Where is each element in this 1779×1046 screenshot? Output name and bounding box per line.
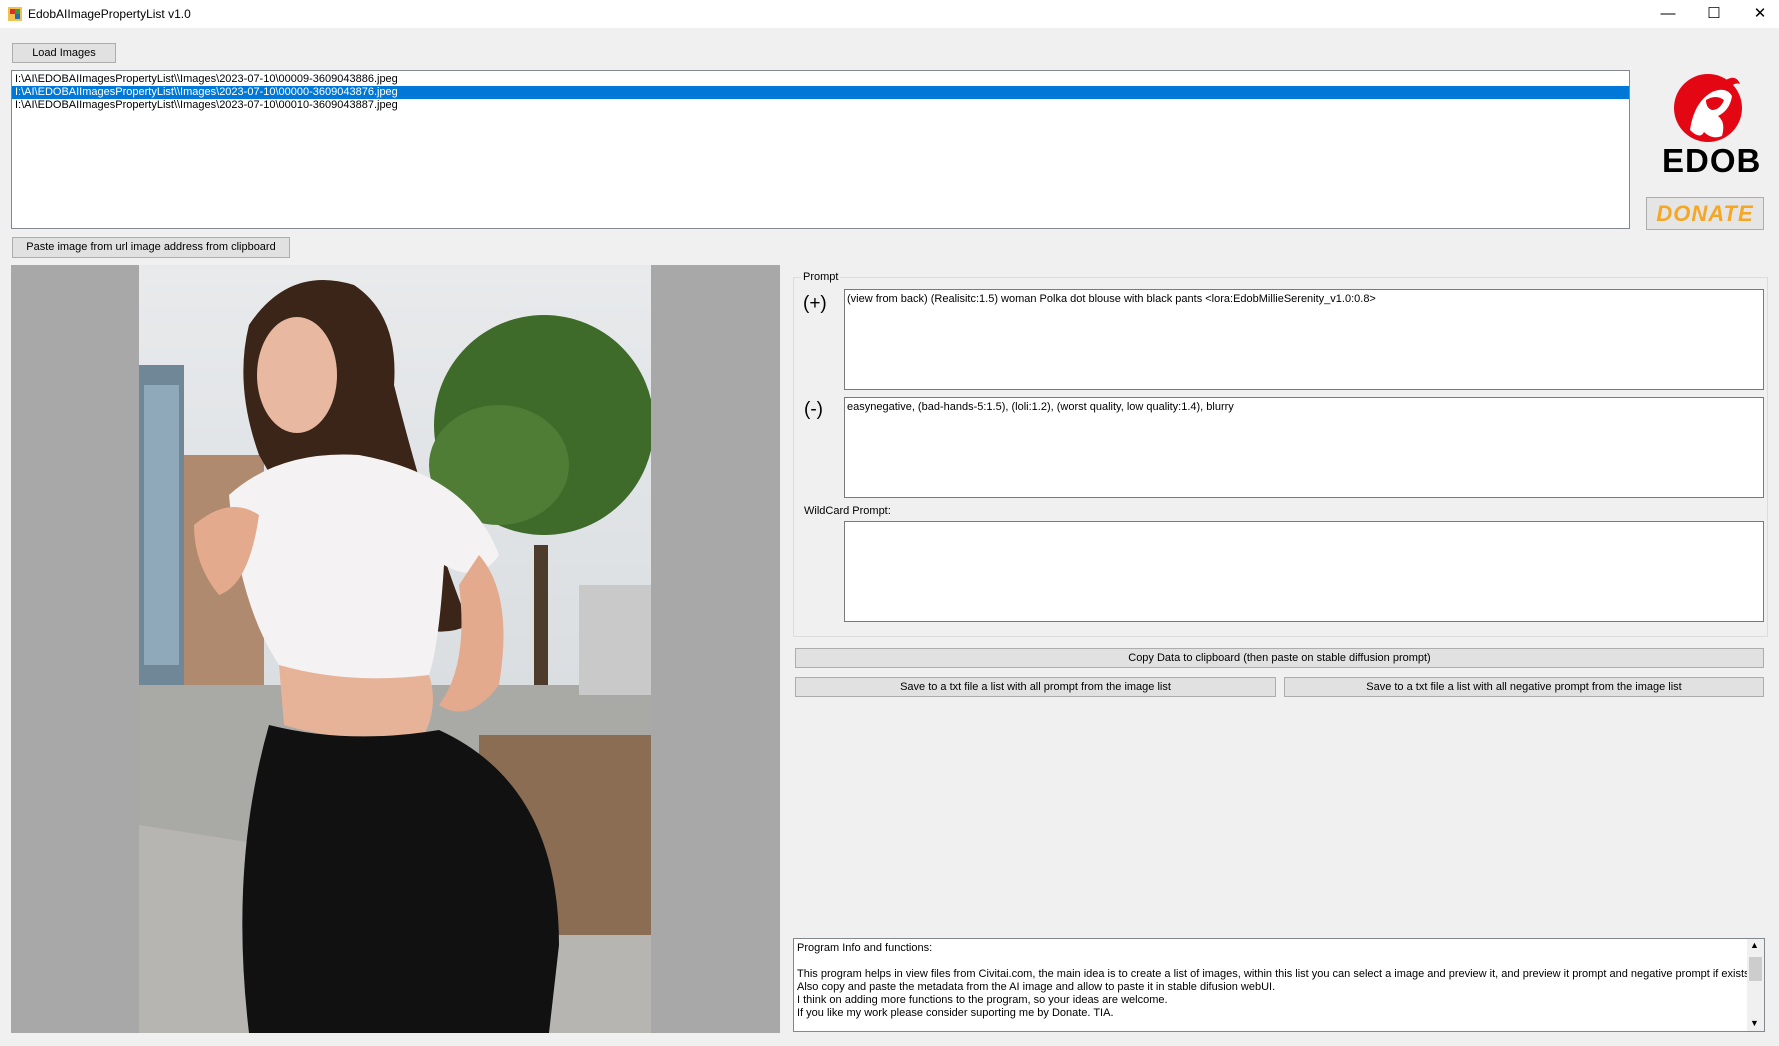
program-info-textbox[interactable]: Program Info and functions: This program… — [793, 938, 1765, 1032]
save-negative-button[interactable]: Save to a txt file a list with all negat… — [1284, 677, 1764, 697]
load-images-button[interactable]: Load Images — [12, 43, 116, 63]
info-line: This program helps in view files from Ci… — [797, 968, 1753, 980]
scroll-thumb[interactable] — [1749, 957, 1762, 981]
copy-clipboard-button[interactable]: Copy Data to clipboard (then paste on st… — [795, 648, 1764, 668]
window-title: EdobAIImagePropertyList v1.0 — [28, 7, 191, 21]
minimize-button[interactable]: — — [1645, 0, 1691, 28]
preview-photo — [139, 265, 651, 1033]
prompt-group-label: Prompt — [801, 271, 841, 283]
image-preview — [11, 265, 780, 1033]
paste-url-button[interactable]: Paste image from url image address from … — [12, 237, 290, 258]
title-bar: EdobAIImagePropertyList v1.0 — ☐ ✕ — [0, 0, 1779, 28]
info-scrollbar[interactable]: ▲ ▼ — [1747, 939, 1764, 1031]
info-line: If you like my work please consider supo… — [797, 1007, 1114, 1019]
file-list-item[interactable]: I:\AI\EDOBAIImagesPropertyList\\Images\2… — [12, 73, 1629, 86]
wildcard-label: WildCard Prompt: — [804, 505, 891, 517]
info-line: I think on adding more functions to the … — [797, 994, 1168, 1006]
donate-button[interactable]: DONATE — [1646, 197, 1764, 230]
positive-symbol: (+) — [803, 293, 827, 314]
save-prompts-button[interactable]: Save to a txt file a list with all promp… — [795, 677, 1276, 697]
scroll-down-icon[interactable]: ▼ — [1750, 1018, 1759, 1028]
info-title: Program Info and functions: — [797, 942, 933, 954]
app-icon — [8, 7, 22, 21]
edob-logo: EDOB — [1660, 70, 1762, 180]
negative-symbol: (-) — [804, 399, 823, 420]
file-list-item[interactable]: I:\AI\EDOBAIImagesPropertyList\\Images\2… — [12, 99, 1629, 112]
info-line: Also copy and paste the metadata from th… — [797, 981, 1276, 993]
scroll-up-icon[interactable]: ▲ — [1750, 940, 1759, 950]
file-list-item[interactable]: I:\AI\EDOBAIImagesPropertyList\\Images\2… — [12, 86, 1629, 99]
positive-prompt-textarea[interactable]: (view from back) (Realisitc:1.5) woman P… — [844, 289, 1764, 390]
negative-prompt-textarea[interactable]: easynegative, (bad-hands-5:1.5), (loli:1… — [844, 397, 1764, 498]
file-list[interactable]: I:\AI\EDOBAIImagesPropertyList\\Images\2… — [11, 70, 1630, 229]
logo-text: EDOB — [1662, 142, 1762, 179]
wildcard-prompt-textarea[interactable] — [844, 521, 1764, 622]
maximize-button[interactable]: ☐ — [1691, 0, 1737, 28]
close-button[interactable]: ✕ — [1737, 0, 1779, 28]
